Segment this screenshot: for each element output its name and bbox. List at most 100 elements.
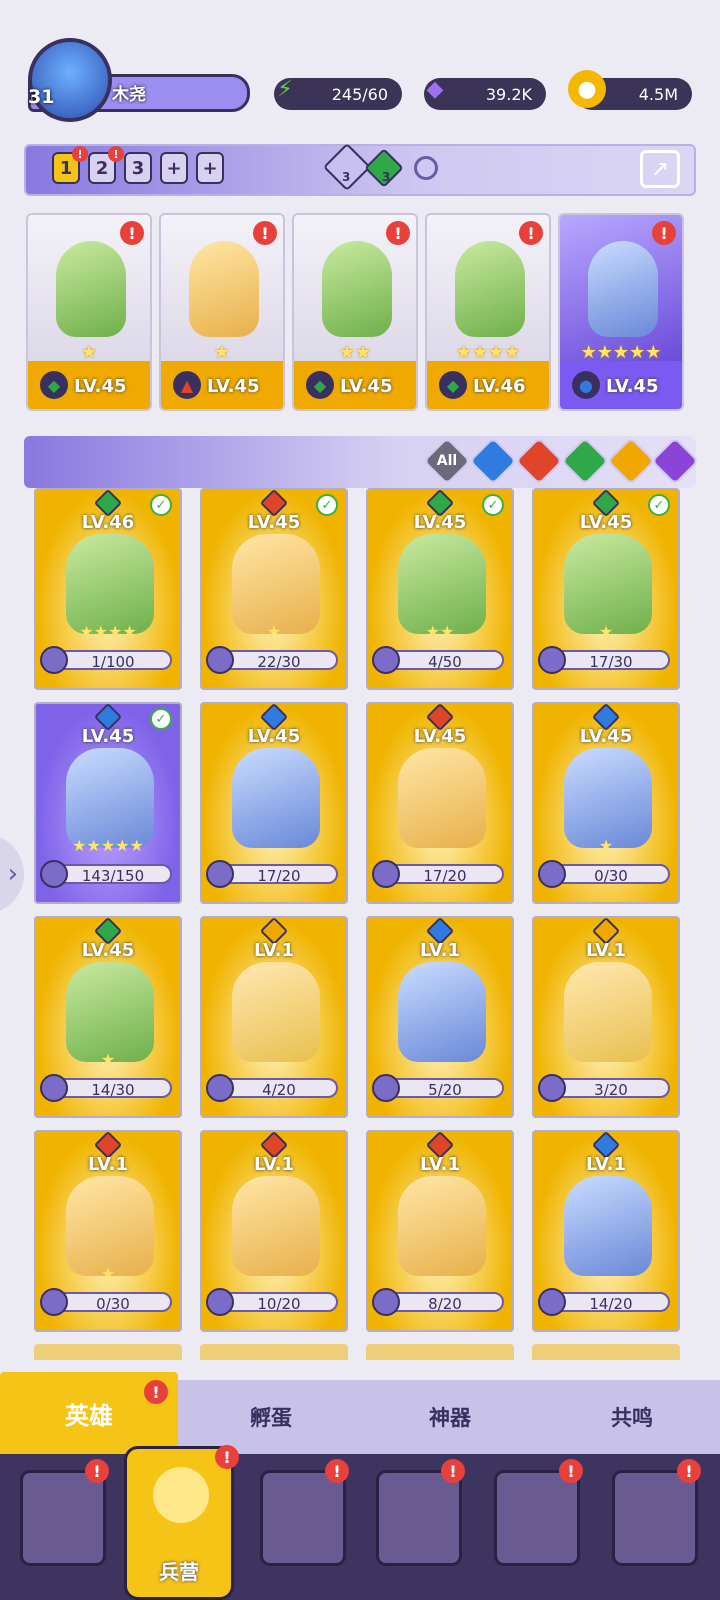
hero-level: LV.1 — [586, 940, 626, 961]
water-element-icon: ● — [572, 371, 600, 399]
hero-figure — [398, 1176, 486, 1276]
player-avatar[interactable] — [28, 38, 112, 122]
team-hero-card[interactable]: ★★ ◆ LV.45! — [292, 213, 418, 411]
team-hero-card[interactable]: ★★★★ ◆ LV.46! — [425, 213, 551, 411]
hero-card[interactable]: ✓ LV.45 ★ 17/30 — [532, 488, 680, 690]
hero-shard-progress: 10/20 — [220, 1292, 338, 1313]
shard-icon — [538, 646, 566, 674]
alert-badge: ! — [386, 221, 410, 245]
hero-figure — [232, 534, 320, 634]
gem-value: 39.2K — [485, 84, 532, 104]
hero-card[interactable]: LV.45 ★ 0/30 — [532, 702, 680, 904]
hero-figure — [322, 241, 392, 337]
hero-figure — [232, 748, 320, 848]
nav-castle-icon[interactable]: ! — [376, 1459, 465, 1566]
hero-figure — [398, 748, 486, 848]
nav-barracks[interactable]: ! 兵营 — [124, 1445, 239, 1600]
nav-cards-icon[interactable]: ! — [20, 1459, 109, 1566]
hero-card-partial[interactable] — [200, 1344, 348, 1360]
hero-shard-progress: 17/20 — [386, 864, 504, 885]
tab-artifacts[interactable]: 神器 — [364, 1380, 536, 1454]
nav-guild-icon[interactable]: ! — [612, 1459, 701, 1566]
alert-badge: ! — [85, 1459, 109, 1483]
hero-level: LV.1 — [254, 940, 294, 961]
hero-shard-progress: 143/150 — [54, 864, 172, 885]
hero-shard-progress: 17/30 — [552, 650, 670, 671]
hero-card[interactable]: ✓ LV.45 ★★ 4/50 — [366, 488, 514, 690]
hero-card[interactable]: LV.1 ★ 0/30 — [34, 1130, 182, 1332]
hero-level: LV.45 — [413, 726, 467, 747]
coin-icon: ● — [568, 70, 606, 108]
nature-count: 3 — [382, 170, 391, 184]
hero-level: LV.1 — [88, 1154, 128, 1175]
hero-card[interactable]: LV.1 5/20 — [366, 916, 514, 1118]
hero-shard-progress: 14/30 — [54, 1078, 172, 1099]
hero-stars: ★★★★ — [455, 342, 521, 363]
team-hero-card[interactable]: ★ ▲ LV.45! — [159, 213, 285, 411]
hero-shard-progress: 4/20 — [220, 1078, 338, 1099]
nav-map-icon[interactable]: ! — [260, 1459, 349, 1566]
alert-badge: ! — [652, 221, 676, 245]
hero-figure — [189, 241, 259, 337]
hero-card[interactable]: LV.1 10/20 — [200, 1130, 348, 1332]
hero-level: LV.45 — [247, 512, 301, 533]
alert-badge: ! — [72, 146, 88, 162]
hero-card-partial[interactable] — [532, 1344, 680, 1360]
hero-stars: ★ — [266, 622, 282, 641]
alert-badge: ! — [559, 1459, 583, 1483]
hero-card[interactable]: ✓ LV.46 ★★★★ 1/100 — [34, 488, 182, 690]
hero-card[interactable]: ✓ LV.45 ★ 22/30 — [200, 488, 348, 690]
team-slot-add[interactable]: + — [196, 152, 224, 184]
hero-card[interactable]: LV.1 4/20 — [200, 916, 348, 1118]
hero-level: LV.1 — [586, 1154, 626, 1175]
alert-badge: ! — [120, 221, 144, 245]
alert-badge: ! — [215, 1445, 239, 1469]
chevron-right-icon[interactable]: › — [0, 834, 24, 914]
hero-shard-progress: 0/30 — [552, 864, 670, 885]
nature-element-icon: ◆ — [306, 371, 334, 399]
shard-icon — [40, 1074, 68, 1102]
shard-icon — [538, 1074, 566, 1102]
team-hero-card[interactable]: ★ ◆ LV.45! — [26, 213, 152, 411]
alert-badge: ! — [519, 221, 543, 245]
team-slot-add[interactable]: + — [160, 152, 188, 184]
share-icon[interactable]: ↗ — [640, 150, 680, 188]
hero-stars: ★★★★★ — [580, 342, 662, 363]
gold-counter[interactable]: ● 4.5M — [568, 70, 692, 110]
hero-card-partial[interactable] — [366, 1344, 514, 1360]
hero-level: LV.45 — [340, 376, 393, 397]
hero-card[interactable]: LV.1 14/20 — [532, 1130, 680, 1332]
team-slot-3[interactable]: 3 — [124, 152, 152, 184]
hero-figure — [564, 534, 652, 634]
hero-card[interactable]: LV.45 17/20 — [200, 702, 348, 904]
tab-resonance[interactable]: 共鸣 — [544, 1380, 720, 1454]
gem-counter[interactable]: ◆ 39.2K — [424, 77, 546, 110]
search-icon[interactable] — [414, 156, 438, 180]
hero-level: LV.1 — [254, 1154, 294, 1175]
team-hero-card[interactable]: ★★★★★ ● LV.45! — [558, 213, 684, 411]
hero-stars: ★ — [100, 1264, 116, 1283]
hero-level: LV.45 — [207, 376, 260, 397]
nav-mushroom-icon[interactable]: ! — [494, 1459, 583, 1566]
hero-level: LV.45 — [247, 726, 301, 747]
hero-figure — [564, 1176, 652, 1276]
hero-stars: ★★★★★ — [72, 836, 144, 855]
hero-card[interactable]: LV.1 3/20 — [532, 916, 680, 1118]
shard-icon — [40, 1288, 68, 1316]
hero-level: LV.45 — [579, 726, 633, 747]
hero-stars: ★ — [100, 1050, 116, 1069]
energy-counter[interactable]: ⚡ 245/60 — [274, 77, 402, 110]
alert-badge: ! — [441, 1459, 465, 1483]
hero-card[interactable]: LV.45 17/20 — [366, 702, 514, 904]
hero-card[interactable]: LV.45 ★ 14/30 — [34, 916, 182, 1118]
tab-hatch[interactable]: 孵蛋 — [186, 1380, 356, 1454]
hero-card[interactable]: ✓ LV.45 ★★★★★ 143/150 — [34, 702, 182, 904]
player-name: 木尧 — [112, 85, 146, 105]
hero-level: LV.45 — [579, 512, 633, 533]
hero-shard-progress: 1/100 — [54, 650, 172, 671]
hero-figure — [232, 962, 320, 1062]
hero-card-partial[interactable] — [34, 1344, 182, 1360]
hero-figure — [564, 962, 652, 1062]
hero-card[interactable]: LV.1 8/20 — [366, 1130, 514, 1332]
hero-level: LV.45 — [81, 726, 135, 747]
